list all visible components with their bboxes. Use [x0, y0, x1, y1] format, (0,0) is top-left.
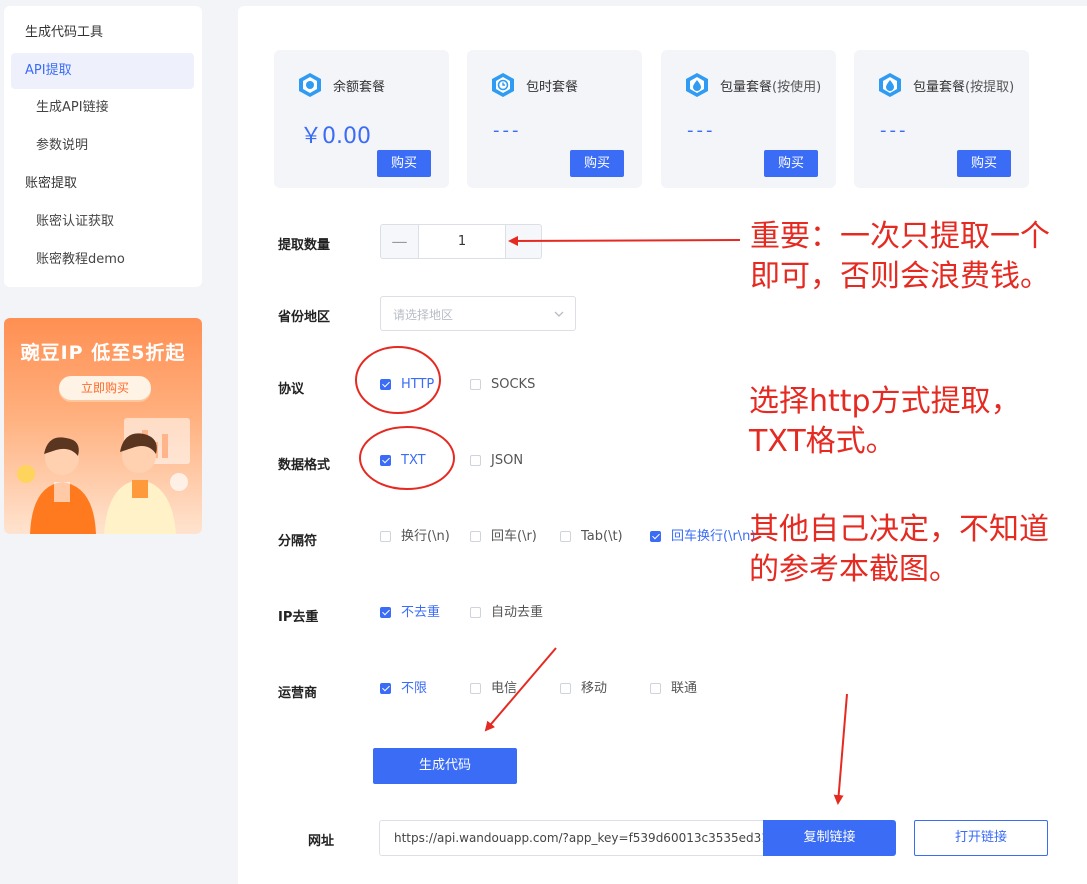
sidebar-item-account-auth[interactable]: 账密认证获取: [4, 204, 202, 240]
isp-unicom-checkbox[interactable]: 联通: [650, 680, 697, 698]
sidebar-item-account-demo[interactable]: 账密教程demo: [4, 242, 202, 278]
separator-newline-checkbox[interactable]: 换行(\n): [380, 528, 450, 546]
sidebar-item-param-docs[interactable]: 参数说明: [4, 128, 202, 164]
annotation-note-protocol: 选择http方式提取， TXT格式。: [749, 384, 1021, 459]
plan-card-time: 包时套餐 --- 购买: [467, 50, 642, 188]
plan-card-balance: 余额套餐 ￥0.00 购买: [274, 50, 449, 188]
copy-link-button[interactable]: 复制链接: [763, 820, 896, 856]
dedupe-none-checkbox[interactable]: 不去重: [380, 604, 440, 622]
sidebar-item-api-extract[interactable]: API提取: [11, 53, 194, 89]
volume-plan-icon: [879, 73, 901, 97]
sidebar-item-generate-api-link[interactable]: 生成API链接: [4, 90, 202, 126]
buy-button[interactable]: 购买: [377, 150, 431, 177]
quantity-label: 提取数量: [278, 238, 331, 253]
plan-price: ---: [493, 120, 522, 141]
protocol-label: 协议: [278, 382, 305, 397]
plan-name: 余额套餐: [333, 80, 386, 95]
annotation-note-quantity: 重要：一次只提取一个 即可，否则会浪费钱。: [750, 219, 1050, 294]
isp-any-checkbox[interactable]: 不限: [380, 680, 427, 698]
dedupe-label: IP去重: [278, 610, 319, 625]
isp-label: 运营商: [278, 686, 318, 701]
plan-card-volume-extract: 包量套餐(按提取) --- 购买: [854, 50, 1029, 188]
protocol-socks-checkbox[interactable]: SOCKS: [470, 376, 535, 394]
plan-name: 包时套餐: [526, 80, 579, 95]
time-plan-icon: [492, 73, 514, 97]
separator-crlf-checkbox[interactable]: 回车换行(\r\n): [650, 528, 756, 546]
url-label: 网址: [308, 834, 335, 849]
separator-label: 分隔符: [278, 534, 318, 549]
promo-buy-button[interactable]: 立即购买: [59, 376, 151, 400]
plan-price: ---: [687, 120, 716, 141]
separator-cr-checkbox[interactable]: 回车(\r): [470, 528, 537, 546]
buy-button[interactable]: 购买: [570, 150, 624, 177]
plan-price: ---: [880, 120, 909, 141]
quantity-stepper: — 1: [380, 224, 542, 259]
buy-button[interactable]: 购买: [957, 150, 1011, 177]
chevron-down-icon: [554, 311, 564, 317]
plan-price: ￥0.00: [300, 124, 371, 149]
annotation-note-other: 其他自己决定，不知道 的参考本截图。: [749, 512, 1049, 587]
promo-title: 豌豆IP 低至5折起: [20, 342, 186, 364]
format-json-checkbox[interactable]: JSON: [470, 452, 523, 470]
decrement-button[interactable]: —: [381, 225, 418, 258]
protocol-http-checkbox[interactable]: HTTP: [380, 376, 434, 394]
region-label: 省份地区: [278, 310, 331, 325]
format-label: 数据格式: [278, 458, 331, 473]
isp-mobile-checkbox[interactable]: 移动: [560, 680, 607, 698]
region-select[interactable]: 请选择地区: [380, 296, 576, 331]
plan-name: 包量套餐(按使用): [720, 80, 822, 95]
sidebar-item-account-extract[interactable]: 账密提取: [4, 166, 202, 202]
sidebar-item-code-tool[interactable]: 生成代码工具: [4, 15, 202, 51]
generate-code-button[interactable]: 生成代码: [373, 748, 517, 784]
format-txt-checkbox[interactable]: TXT: [380, 452, 426, 470]
url-field[interactable]: https://api.wandouapp.com/?app_key=f539d…: [379, 820, 765, 856]
separator-tab-checkbox[interactable]: Tab(\t): [560, 528, 623, 546]
balance-plan-icon: [299, 73, 321, 97]
isp-telecom-checkbox[interactable]: 电信: [470, 680, 517, 698]
promo-illustration: [17, 418, 190, 534]
promo-banner[interactable]: 豌豆IP 低至5折起 立即购买: [4, 318, 202, 534]
url-value: https://api.wandouapp.com/?app_key=f539d…: [394, 831, 765, 845]
open-link-button[interactable]: 打开链接: [914, 820, 1048, 856]
buy-button[interactable]: 购买: [764, 150, 818, 177]
plan-card-volume-usage: 包量套餐(按使用) --- 购买: [661, 50, 836, 188]
region-placeholder: 请选择地区: [393, 308, 454, 322]
quantity-input[interactable]: 1: [418, 224, 506, 259]
volume-plan-icon: [686, 73, 708, 97]
sidebar: 生成代码工具 API提取 生成API链接 参数说明 账密提取 账密认证获取 账密…: [4, 6, 202, 287]
dedupe-auto-checkbox[interactable]: 自动去重: [470, 604, 543, 622]
plan-name: 包量套餐(按提取): [913, 80, 1015, 95]
